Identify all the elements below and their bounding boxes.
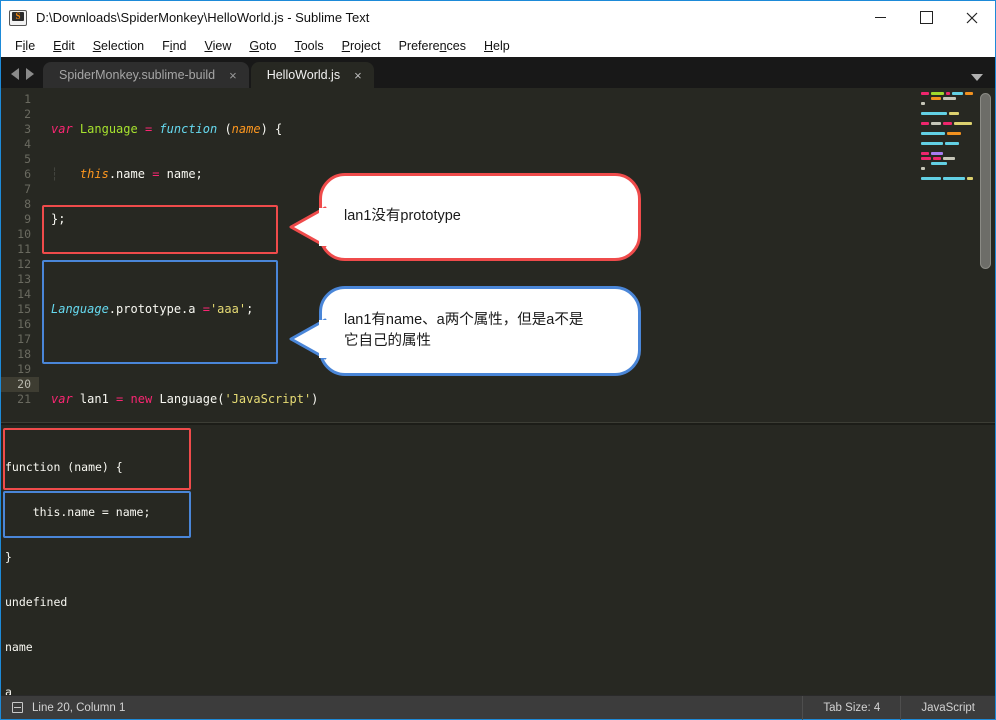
menu-help-post: elp bbox=[493, 38, 510, 53]
line-number: 14 bbox=[17, 287, 31, 301]
tab-bar: SpiderMonkey.sublime-build × HelloWorld.… bbox=[1, 57, 995, 88]
tab-close-icon[interactable]: × bbox=[354, 69, 362, 82]
menu-tools[interactable]: Tools bbox=[285, 35, 332, 57]
menu-find-pre: F bbox=[162, 38, 170, 53]
line-number: 9 bbox=[24, 212, 31, 226]
code-line-7: var lan1 = new Language('JavaScript') bbox=[51, 392, 319, 406]
minimap[interactable] bbox=[921, 92, 974, 180]
console-line: a bbox=[5, 685, 12, 695]
line-number: 3 bbox=[24, 122, 31, 136]
annotation-bubble-blue: lan1有name、a两个属性，但是a不是 它自己的属性 bbox=[319, 286, 641, 376]
menu-find[interactable]: Find bbox=[153, 35, 195, 57]
line-number: 5 bbox=[24, 152, 31, 166]
menu-project-post: roject bbox=[350, 38, 381, 53]
line-number: 11 bbox=[17, 242, 31, 256]
console-line: undefined bbox=[5, 595, 68, 609]
menu-edit-mnemonic: E bbox=[53, 38, 62, 53]
menu-tools-post: ools bbox=[300, 38, 324, 53]
console-line: name bbox=[5, 640, 33, 654]
maximize-button[interactable] bbox=[903, 1, 949, 34]
code-line-1: var Language = function (name) { bbox=[51, 122, 283, 136]
menu-selection[interactable]: Selection bbox=[84, 35, 153, 57]
next-tab-arrow-icon[interactable] bbox=[26, 68, 34, 80]
tab-label: HelloWorld.js bbox=[266, 68, 341, 82]
sublime-text-icon bbox=[9, 9, 27, 26]
title-bar: D:\Downloads\SpiderMonkey\HelloWorld.js … bbox=[1, 1, 995, 34]
line-number: 12 bbox=[17, 257, 31, 271]
tab-label: SpiderMonkey.sublime-build bbox=[59, 68, 216, 82]
menu-goto-post: oto bbox=[259, 38, 277, 53]
menu-preferences[interactable]: Preferences bbox=[390, 35, 475, 57]
menu-view[interactable]: View bbox=[195, 35, 240, 57]
editor-scrollbar-thumb[interactable] bbox=[980, 93, 991, 269]
menu-edit[interactable]: Edit bbox=[44, 35, 84, 57]
tab-nav-arrows bbox=[1, 68, 43, 88]
console-line: } bbox=[5, 550, 12, 564]
editor-area: 1 2 3 4 5 6 7 8 9 10 11 12 13 14 15 16 1… bbox=[1, 88, 995, 695]
close-icon bbox=[966, 12, 978, 23]
menu-view-post: iew bbox=[212, 38, 232, 53]
editor-vertical-scrollbar[interactable] bbox=[980, 92, 991, 418]
sublime-text-window: D:\Downloads\SpiderMonkey\HelloWorld.js … bbox=[0, 0, 996, 720]
menu-goto-mnemonic: G bbox=[249, 38, 260, 53]
console-line: this.name = name; bbox=[5, 505, 151, 519]
annotation-bubble-red-tail bbox=[289, 206, 327, 248]
menu-file-pre: F bbox=[15, 38, 23, 53]
line-number: 1 bbox=[24, 92, 31, 106]
line-number: 6 bbox=[24, 167, 31, 181]
line-number: 16 bbox=[17, 317, 31, 331]
line-number: 8 bbox=[24, 197, 31, 211]
menu-find-post: nd bbox=[172, 38, 187, 53]
menu-edit-post: dit bbox=[61, 38, 75, 53]
minimize-button[interactable] bbox=[857, 1, 903, 34]
line-number: 13 bbox=[17, 272, 31, 286]
menu-project-mnemonic: P bbox=[341, 38, 351, 53]
tab-helloworld-js[interactable]: HelloWorld.js × bbox=[250, 62, 374, 88]
menu-selection-mnemonic: S bbox=[92, 38, 102, 53]
menu-preferences-mnemonic: n bbox=[439, 38, 447, 53]
tab-overflow-chevron-icon[interactable] bbox=[971, 74, 983, 81]
menu-file[interactable]: File bbox=[6, 35, 44, 57]
window-title: D:\Downloads\SpiderMonkey\HelloWorld.js … bbox=[36, 10, 370, 25]
cursor-position: Line 20, Column 1 bbox=[32, 701, 126, 714]
menu-file-post: le bbox=[25, 38, 36, 53]
menu-selection-post: election bbox=[101, 38, 145, 53]
line-number: 18 bbox=[17, 347, 31, 361]
menu-help-mnemonic: H bbox=[484, 38, 494, 53]
line-number: 7 bbox=[24, 182, 31, 196]
syntax-selector[interactable]: JavaScript bbox=[900, 695, 995, 720]
menu-preferences-post: ces bbox=[446, 38, 466, 53]
line-number: 4 bbox=[24, 137, 31, 151]
line-number-current: 20 bbox=[1, 377, 39, 392]
line-number-gutter: 1 2 3 4 5 6 7 8 9 10 11 12 13 14 15 16 1… bbox=[1, 88, 39, 422]
status-bar: Line 20, Column 1 Tab Size: 4 JavaScript bbox=[1, 695, 995, 720]
prev-tab-arrow-icon[interactable] bbox=[11, 68, 19, 80]
menu-goto[interactable]: Goto bbox=[240, 35, 285, 57]
annotation-bubble-blue-text: lan1有name、a两个属性，但是a不是 它自己的属性 bbox=[344, 311, 584, 349]
window-controls bbox=[857, 1, 995, 34]
tab-close-icon[interactable]: × bbox=[229, 69, 237, 82]
menu-help[interactable]: Help bbox=[475, 35, 519, 57]
menu-view-mnemonic: V bbox=[204, 38, 213, 53]
console-line: function (name) { bbox=[5, 460, 123, 474]
tab-spidermonkey-sublime-build[interactable]: SpiderMonkey.sublime-build × bbox=[43, 62, 249, 88]
line-number: 19 bbox=[17, 362, 31, 376]
close-button[interactable] bbox=[949, 1, 995, 34]
status-bar-right: Tab Size: 4 JavaScript bbox=[802, 695, 995, 720]
line-number: 21 bbox=[17, 392, 31, 406]
line-number: 10 bbox=[17, 227, 31, 241]
line-number: 15 bbox=[17, 302, 31, 316]
menu-bar: File Edit Selection Find View Goto Tools… bbox=[1, 34, 995, 57]
annotation-bubble-blue-tail bbox=[289, 318, 327, 360]
sidebar-toggle-icon[interactable] bbox=[12, 702, 23, 713]
build-output-console[interactable]: function (name) { this.name = name; } un… bbox=[1, 425, 995, 695]
menu-project[interactable]: Project bbox=[333, 35, 390, 57]
menu-preferences-pre: Prefere bbox=[398, 38, 440, 53]
tab-size-setting[interactable]: Tab Size: 4 bbox=[802, 695, 900, 720]
console-highlight-box-red bbox=[3, 428, 191, 490]
line-number: 17 bbox=[17, 332, 31, 346]
annotation-bubble-red-text: lan1没有prototype bbox=[344, 208, 461, 225]
line-number: 2 bbox=[24, 107, 31, 121]
annotation-bubble-red: lan1没有prototype bbox=[319, 173, 641, 261]
